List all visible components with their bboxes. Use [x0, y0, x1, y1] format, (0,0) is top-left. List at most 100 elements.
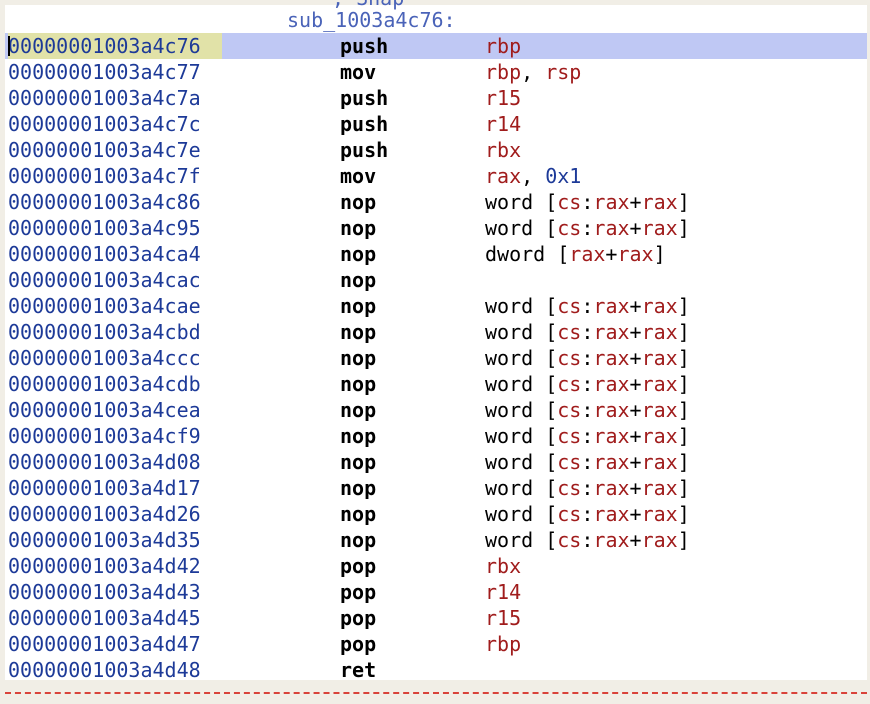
register-operand[interactable]: cs — [557, 502, 581, 526]
register-operand[interactable]: rsp — [545, 60, 581, 84]
instruction-row[interactable]: 00000001003a4c86 nop word [cs:rax+rax] — [5, 189, 867, 215]
register-operand[interactable]: cs — [557, 216, 581, 240]
register-operand[interactable]: rbp — [485, 34, 521, 58]
instruction-row[interactable]: 00000001003a4c77 mov rbp, rsp — [5, 59, 867, 85]
instruction-operands[interactable]: dword [rax+rax] — [485, 241, 666, 267]
register-operand[interactable]: rax — [569, 242, 605, 266]
instruction-mnemonic[interactable]: nop — [340, 397, 376, 423]
instruction-row[interactable]: 00000001003a4c7f mov rax, 0x1 — [5, 163, 867, 189]
instruction-operands[interactable]: rbp, rsp — [485, 59, 581, 85]
instruction-mnemonic[interactable]: nop — [340, 267, 376, 293]
register-operand[interactable]: cs — [557, 450, 581, 474]
register-operand[interactable]: cs — [557, 346, 581, 370]
instruction-address[interactable]: 00000001003a4cae — [8, 293, 201, 319]
instruction-row[interactable]: 00000001003a4d35 nop word [cs:rax+rax] — [5, 527, 867, 553]
instruction-mnemonic[interactable]: nop — [340, 475, 376, 501]
instruction-address[interactable]: 00000001003a4ccc — [8, 345, 201, 371]
instruction-operands[interactable]: r14 — [485, 579, 521, 605]
immediate-operand[interactable]: 0x1 — [545, 164, 581, 188]
instruction-address[interactable]: 00000001003a4ca4 — [8, 241, 201, 267]
instruction-row[interactable]: 00000001003a4ccc nop word [cs:rax+rax] — [5, 345, 867, 371]
instruction-mnemonic[interactable]: nop — [340, 449, 376, 475]
register-operand[interactable]: r14 — [485, 112, 521, 136]
instruction-operands[interactable]: word [cs:rax+rax] — [485, 215, 690, 241]
register-operand[interactable]: rax — [642, 346, 678, 370]
register-operand[interactable]: rax — [593, 346, 629, 370]
instruction-row[interactable]: 00000001003a4c7a push r15 — [5, 85, 867, 111]
register-operand[interactable]: rax — [642, 450, 678, 474]
register-operand[interactable]: rax — [593, 528, 629, 552]
instruction-operands[interactable]: word [cs:rax+rax] — [485, 319, 690, 345]
instruction-address[interactable]: 00000001003a4c7a — [8, 85, 201, 111]
register-operand[interactable]: rax — [642, 424, 678, 448]
instruction-mnemonic[interactable]: mov — [340, 163, 376, 189]
instruction-mnemonic[interactable]: push — [340, 85, 388, 111]
register-operand[interactable]: cs — [557, 190, 581, 214]
instruction-mnemonic[interactable]: nop — [340, 371, 376, 397]
instruction-operands[interactable]: word [cs:rax+rax] — [485, 371, 690, 397]
instruction-operands[interactable]: rax, 0x1 — [485, 163, 581, 189]
register-operand[interactable]: rax — [642, 528, 678, 552]
register-operand[interactable]: rax — [642, 190, 678, 214]
instruction-operands[interactable]: word [cs:rax+rax] — [485, 501, 690, 527]
instruction-mnemonic[interactable]: nop — [340, 345, 376, 371]
instruction-operands[interactable]: word [cs:rax+rax] — [485, 345, 690, 371]
register-operand[interactable]: rax — [593, 372, 629, 396]
instruction-row[interactable]: 00000001003a4c95 nop word [cs:rax+rax] — [5, 215, 867, 241]
instruction-mnemonic[interactable]: push — [340, 111, 388, 137]
instruction-address[interactable]: 00000001003a4d35 — [8, 527, 201, 553]
register-operand[interactable]: r14 — [485, 580, 521, 604]
register-operand[interactable]: rax — [485, 164, 521, 188]
instruction-address[interactable]: 00000001003a4d47 — [8, 631, 201, 657]
instruction-operands[interactable]: r15 — [485, 85, 521, 111]
instruction-address[interactable]: 00000001003a4d43 — [8, 579, 201, 605]
instruction-address[interactable]: 00000001003a4cea — [8, 397, 201, 423]
instruction-address[interactable]: 00000001003a4c95 — [8, 215, 201, 241]
register-operand[interactable]: rax — [642, 502, 678, 526]
instruction-address[interactable]: 00000001003a4d42 — [8, 553, 201, 579]
instruction-address[interactable]: 00000001003a4c77 — [8, 59, 201, 85]
register-operand[interactable]: cs — [557, 424, 581, 448]
register-operand[interactable]: rax — [642, 320, 678, 344]
instruction-mnemonic[interactable]: pop — [340, 631, 376, 657]
instruction-mnemonic[interactable]: nop — [340, 189, 376, 215]
instruction-operands[interactable]: word [cs:rax+rax] — [485, 293, 690, 319]
instruction-operands[interactable]: r15 — [485, 605, 521, 631]
instruction-operands[interactable]: r14 — [485, 111, 521, 137]
instruction-address[interactable]: 00000001003a4cdb — [8, 371, 201, 397]
instruction-mnemonic[interactable]: push — [340, 33, 388, 59]
instruction-operands[interactable]: rbp — [485, 631, 521, 657]
instruction-mnemonic[interactable]: nop — [340, 215, 376, 241]
instruction-row[interactable]: 00000001003a4c7e push rbx — [5, 137, 867, 163]
instruction-mnemonic[interactable]: pop — [340, 605, 376, 631]
instruction-row[interactable]: 00000001003a4d45 pop r15 — [5, 605, 867, 631]
instruction-row[interactable]: 00000001003a4c7c push r14 — [5, 111, 867, 137]
instruction-operands[interactable]: word [cs:rax+rax] — [485, 475, 690, 501]
register-operand[interactable]: cs — [557, 294, 581, 318]
instruction-mnemonic[interactable]: mov — [340, 59, 376, 85]
register-operand[interactable]: rax — [593, 398, 629, 422]
instruction-address[interactable]: 00000001003a4c7f — [8, 163, 201, 189]
register-operand[interactable]: rax — [593, 216, 629, 240]
register-operand[interactable]: rax — [642, 294, 678, 318]
instruction-operands[interactable]: word [cs:rax+rax] — [485, 189, 690, 215]
register-operand[interactable]: rax — [642, 216, 678, 240]
instruction-row[interactable]: 00000001003a4cae nop word [cs:rax+rax] — [5, 293, 867, 319]
instruction-row[interactable]: 00000001003a4c76 push rbp — [5, 33, 867, 59]
instruction-row[interactable]: 00000001003a4ca4 nop dword [rax+rax] — [5, 241, 867, 267]
register-operand[interactable]: cs — [557, 372, 581, 396]
instruction-row[interactable]: 00000001003a4d26 nop word [cs:rax+rax] — [5, 501, 867, 527]
instruction-operands[interactable]: rbx — [485, 553, 521, 579]
instruction-row[interactable]: 00000001003a4d08 nop word [cs:rax+rax] — [5, 449, 867, 475]
instruction-address[interactable]: 00000001003a4d08 — [8, 449, 201, 475]
register-operand[interactable]: rax — [593, 450, 629, 474]
instruction-mnemonic[interactable]: nop — [340, 501, 376, 527]
instruction-address[interactable]: 00000001003a4c76 — [8, 33, 201, 59]
register-operand[interactable]: rbx — [485, 554, 521, 578]
register-operand[interactable]: r15 — [485, 606, 521, 630]
instruction-mnemonic[interactable]: nop — [340, 319, 376, 345]
instruction-row[interactable]: 00000001003a4d42 pop rbx — [5, 553, 867, 579]
instruction-operands[interactable]: word [cs:rax+rax] — [485, 423, 690, 449]
instruction-address[interactable]: 00000001003a4cac — [8, 267, 201, 293]
register-operand[interactable]: rax — [642, 398, 678, 422]
